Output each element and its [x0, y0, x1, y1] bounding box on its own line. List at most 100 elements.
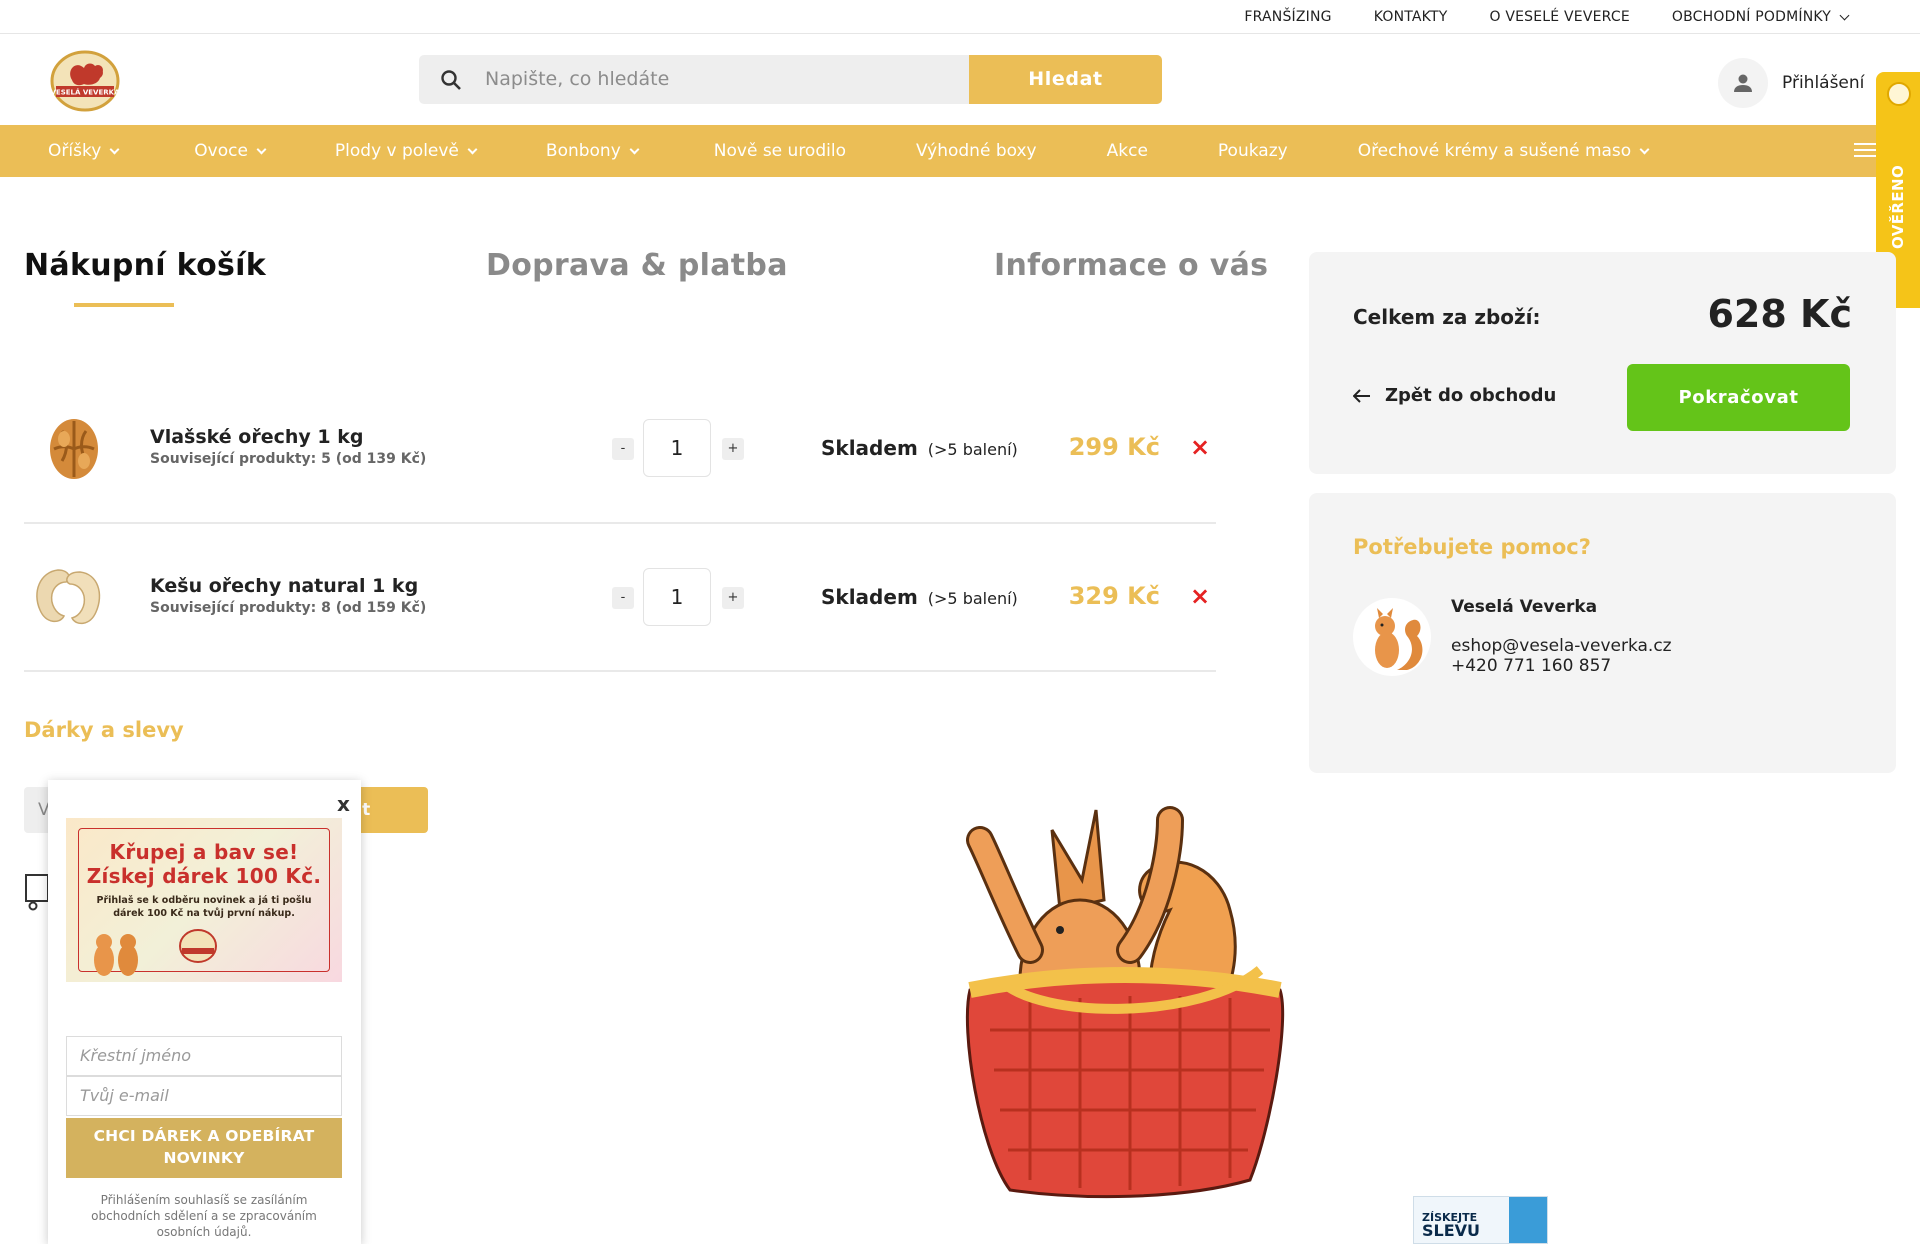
product-name[interactable]: Kešu ořechy natural 1 kg [150, 575, 418, 597]
squirrel-avatar [1353, 598, 1431, 676]
step-shipping[interactable]: Doprava & platba [486, 248, 788, 283]
discount-widget-text: ZÍSKEJTE SLEVU [1422, 1211, 1481, 1240]
related-products[interactable]: Související produkty: 5 (od 139 Kč) [150, 451, 426, 467]
menu-icon[interactable] [1854, 143, 1876, 159]
discount-widget[interactable]: ZÍSKEJTE SLEVU [1413, 1196, 1548, 1244]
chevron-down-icon [1839, 10, 1850, 20]
logo-small [179, 929, 217, 963]
logo[interactable]: VESELÁ VEVERKA [50, 50, 120, 112]
total-value: 628 Kč [1707, 292, 1852, 336]
nav-item[interactable]: Ovoce [194, 141, 267, 161]
gifts-title: Dárky a slevy [24, 718, 184, 742]
nav-item-label: Oříšky [48, 141, 102, 161]
nav-item[interactable]: Ořechové krémy a sušené maso [1357, 141, 1650, 161]
nav-item-label: Ořechové krémy a sušené maso [1357, 141, 1632, 161]
step-cart[interactable]: Nákupní košík [24, 248, 266, 283]
arrow-left-icon [1353, 388, 1370, 403]
subscribe-button[interactable]: CHCI DÁREK A ODEBÍRAT NOVINKY [66, 1118, 342, 1178]
help-name: Veselá Veverka [1451, 597, 1598, 617]
help-title: Potřebujete pomoc? [1353, 535, 1591, 559]
main-nav: Oříšky Ovoce Plody v polevě Bonbony Nově se … [0, 125, 1920, 177]
nav-item-label: Akce [1106, 141, 1148, 161]
widget-corner [1509, 1197, 1547, 1243]
close-icon[interactable]: x [337, 792, 350, 816]
search-input[interactable]: Napište, co hledáte [485, 55, 669, 104]
row-divider [24, 670, 1216, 672]
nav-item[interactable]: Nově se urodilo [714, 141, 846, 161]
top-bar: FRANŠÍZING KONTAKTY O VESELÉ VEVERCE OBC… [0, 0, 1920, 34]
qty-input[interactable]: 1 [643, 568, 711, 626]
walnut-icon [50, 419, 98, 479]
help-email[interactable]: eshop@vesela-veverka.cz [1451, 636, 1672, 656]
nav-item[interactable]: Akce [1107, 141, 1148, 161]
nav-item[interactable]: Výhodné boxy [916, 141, 1037, 161]
discount-line-2: SLEVU [1422, 1221, 1481, 1240]
banner-headline-2: Získej dárek 100 Kč. [86, 864, 322, 888]
stock-note: (>5 balení) [927, 589, 1018, 608]
logo-text: VESELÁ VEVERKA [51, 88, 120, 97]
item-price: 329 Kč [1068, 582, 1160, 610]
help-box: Potřebujete pomoc? Veselá Veverka eshop@… [1309, 493, 1896, 773]
back-label: Zpět do obchodu [1385, 385, 1557, 406]
login-label: Přihlášení [1782, 73, 1865, 93]
step-active-underline [74, 303, 174, 307]
qty-plus-button[interactable]: + [722, 438, 744, 460]
chevron-down-icon [467, 144, 478, 154]
chevron-down-icon [109, 144, 120, 154]
top-links: FRANŠÍZING KONTAKTY O VESELÉ VEVERCE OBC… [1244, 0, 1850, 34]
header: VESELÁ VEVERKA Napište, co hledáte Hleda… [0, 34, 1920, 125]
qty-plus-button[interactable]: + [722, 587, 744, 609]
chevron-down-icon [1639, 144, 1650, 154]
remove-item-button[interactable]: × [1190, 582, 1210, 610]
squirrel-basket-illustration [965, 806, 1285, 1199]
seal-icon [1887, 82, 1911, 106]
newsletter-popup: x Křupej a bav se! Získej dárek 100 Kč. … [48, 780, 361, 1244]
order-summary: Celkem za zboží: 628 Kč Zpět do obchodu … [1309, 252, 1896, 474]
row-divider [24, 522, 1216, 524]
stock-note: (>5 balení) [927, 440, 1018, 459]
nav-items: Oříšky Ovoce Plody v polevě Bonbony Nově se … [48, 125, 1650, 177]
product-name[interactable]: Vlašské ořechy 1 kg [150, 426, 363, 448]
nav-item-label: Ovoce [194, 141, 248, 161]
help-phone[interactable]: +420 771 160 857 [1451, 656, 1611, 676]
nav-item-label: Nově se urodilo [713, 141, 846, 161]
banner-headline-1: Křupej a bav se! [109, 840, 299, 864]
nav-item-label: Výhodné boxy [915, 141, 1037, 161]
top-link-franchising[interactable]: FRANŠÍZING [1244, 9, 1331, 25]
remove-item-button[interactable]: × [1190, 433, 1210, 461]
first-name-input[interactable]: Křestní jméno [66, 1036, 342, 1076]
top-link-terms-label: OBCHODNÍ PODMÍNKY [1671, 9, 1831, 25]
consent-note: Přihlášením souhlasíš se zasíláním obcho… [91, 1193, 317, 1239]
nav-item[interactable]: Plody v polevě [334, 141, 478, 161]
nav-item[interactable]: Oříšky [48, 141, 120, 161]
nav-item-label: Plody v polevě [334, 141, 459, 161]
top-link-contacts[interactable]: KONTAKTY [1374, 9, 1448, 25]
item-price: 299 Kč [1068, 433, 1160, 461]
search-bar: Napište, co hledáte Hledat [419, 55, 1162, 104]
top-link-terms[interactable]: OBCHODNÍ PODMÍNKY [1671, 9, 1850, 25]
chevron-down-icon [629, 144, 640, 154]
nav-item[interactable]: Bonbony [545, 141, 640, 161]
total-label: Celkem za zboží: [1353, 305, 1541, 329]
stock-status: Skladem (>5 balení) [821, 436, 1018, 460]
user-icon [1718, 58, 1768, 108]
nav-item[interactable]: Poukazy [1218, 141, 1288, 161]
stock-label: Skladem [821, 585, 918, 609]
step-info[interactable]: Informace o vás [994, 248, 1268, 283]
back-to-shop-link[interactable]: Zpět do obchodu [1353, 385, 1556, 406]
related-products[interactable]: Související produkty: 8 (od 159 Kč) [150, 600, 426, 616]
account-login[interactable]: Přihlášení [1718, 58, 1864, 108]
squirrels-icon [94, 934, 138, 976]
promo-banner: Křupej a bav se! Získej dárek 100 Kč. Př… [66, 818, 342, 982]
stock-status: Skladem (>5 balení) [821, 585, 1018, 609]
nav-item-label: Bonbony [545, 141, 621, 161]
stock-label: Skladem [821, 436, 918, 460]
qty-input[interactable]: 1 [643, 419, 711, 477]
nav-item-label: Poukazy [1217, 141, 1288, 161]
search-button[interactable]: Hledat [969, 55, 1162, 104]
continue-button[interactable]: Pokračovat [1627, 364, 1850, 431]
email-input[interactable]: Tvůj e-mail [66, 1076, 342, 1116]
qty-minus-button[interactable]: - [612, 438, 634, 460]
top-link-about[interactable]: O VESELÉ VEVERCE [1489, 9, 1629, 25]
qty-minus-button[interactable]: - [612, 587, 634, 609]
